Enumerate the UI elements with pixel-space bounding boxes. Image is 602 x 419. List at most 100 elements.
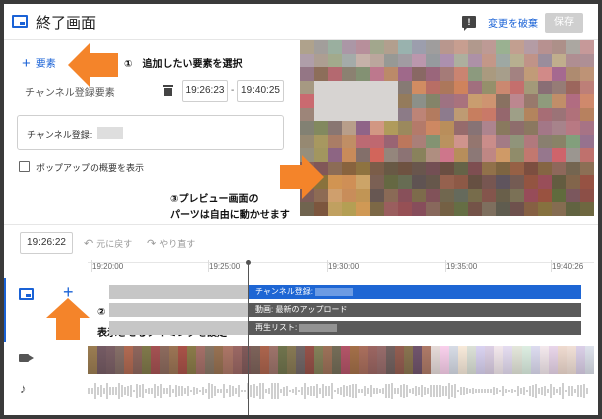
waveform-bar bbox=[418, 386, 420, 396]
preview-pixel bbox=[510, 107, 524, 122]
preview-pixel bbox=[580, 188, 594, 203]
waveform-bar bbox=[436, 384, 438, 398]
thumbnail-pixel bbox=[160, 346, 170, 374]
preview-pixel bbox=[510, 94, 524, 108]
element-start-time-input[interactable]: 19:26:23 bbox=[182, 80, 228, 102]
preview-pixel bbox=[454, 107, 468, 122]
preview-pixel bbox=[328, 188, 342, 203]
popup-summary-checkbox[interactable] bbox=[19, 161, 30, 172]
preview-pixel bbox=[482, 80, 496, 95]
waveform-bar bbox=[154, 384, 156, 398]
waveform-bar bbox=[136, 383, 138, 399]
thumbnail-pixel bbox=[322, 346, 332, 374]
preview-pixel bbox=[566, 175, 580, 189]
waveform-bar bbox=[319, 388, 321, 394]
preview-pixel bbox=[356, 148, 370, 162]
preview-pixel bbox=[426, 202, 440, 216]
waveform-bar bbox=[550, 384, 552, 398]
waveform-bar bbox=[373, 388, 375, 394]
preview-pixel bbox=[552, 94, 566, 108]
thumbnail-pixel bbox=[97, 346, 107, 374]
redo-button[interactable]: ↷ やり直す bbox=[147, 237, 195, 250]
preview-pixel bbox=[510, 175, 524, 189]
element-end-time-input[interactable]: 19:40:25 bbox=[237, 80, 284, 102]
waveform-bar bbox=[496, 388, 498, 394]
video-preview[interactable] bbox=[300, 40, 594, 216]
element-bar-subscribe[interactable]: チャンネル登録: bbox=[249, 285, 581, 299]
preview-pixel bbox=[566, 67, 580, 81]
preview-pixel bbox=[566, 40, 580, 54]
tick-label: 19:20:00 bbox=[90, 260, 124, 272]
preview-pixel bbox=[300, 134, 314, 149]
preview-pixel bbox=[482, 148, 496, 162]
preview-pixel bbox=[496, 67, 510, 81]
waveform-bar bbox=[406, 385, 408, 397]
waveform-bar bbox=[142, 383, 144, 399]
preview-pixel bbox=[412, 80, 426, 95]
waveform-bar bbox=[442, 385, 444, 397]
element-bar-video[interactable]: 動画: 最新のアップロード bbox=[249, 303, 581, 317]
preview-pixel bbox=[524, 67, 538, 81]
waveform-bar bbox=[268, 388, 270, 394]
preview-pixel bbox=[314, 53, 328, 68]
waveform-bar bbox=[346, 386, 348, 396]
preview-pixel bbox=[580, 121, 594, 135]
waveform-bar bbox=[565, 389, 567, 393]
waveform-bar bbox=[379, 388, 381, 394]
discard-changes-button[interactable]: 変更を破棄 bbox=[488, 15, 538, 30]
waveform-bar bbox=[424, 386, 426, 396]
feedback-icon[interactable]: ! bbox=[462, 16, 476, 31]
popup-summary-label: ポップアップの概要を表示 bbox=[36, 163, 145, 173]
preview-pixel bbox=[356, 67, 370, 81]
undo-button[interactable]: ↶ 元に戻す bbox=[84, 237, 132, 250]
waveform-bar bbox=[220, 388, 222, 394]
preview-pixel bbox=[398, 80, 412, 95]
preview-pixel bbox=[398, 202, 412, 216]
waveform-bar bbox=[493, 387, 495, 395]
add-element-button[interactable]: + 要素 bbox=[22, 54, 56, 72]
thumbnail-pixel bbox=[367, 346, 377, 374]
preview-pixel bbox=[524, 40, 538, 54]
thumbnail-pixel bbox=[169, 346, 179, 374]
save-button[interactable]: 保存 bbox=[545, 13, 583, 33]
thumbnail-pixel bbox=[124, 346, 134, 374]
waveform-bar bbox=[526, 389, 528, 393]
waveform-bar bbox=[409, 389, 411, 393]
tick-label: 19:30:00 bbox=[326, 260, 360, 272]
thumbnail-pixel bbox=[395, 346, 405, 374]
waveform-bar bbox=[307, 386, 309, 396]
thumbnail-pixel bbox=[557, 346, 567, 374]
waveform-bar bbox=[454, 383, 456, 399]
waveform-bar bbox=[430, 384, 432, 398]
waveform-bar bbox=[118, 383, 120, 399]
element-bar-playlist[interactable]: 再生リスト: bbox=[249, 321, 581, 335]
preview-pixel bbox=[356, 80, 370, 95]
video-thumbnail-track[interactable] bbox=[88, 346, 594, 374]
preview-pixel bbox=[412, 188, 426, 203]
preview-pixel bbox=[482, 161, 496, 176]
preview-pixel bbox=[468, 161, 482, 176]
waveform-bar bbox=[262, 383, 264, 399]
trash-icon[interactable] bbox=[163, 84, 173, 96]
preview-pixel bbox=[384, 53, 398, 68]
preview-pixel bbox=[398, 148, 412, 162]
thumbnail-pixel bbox=[205, 346, 215, 374]
element-bar-inactive[interactable] bbox=[109, 321, 249, 335]
preview-pixel bbox=[566, 53, 580, 68]
waveform-bar bbox=[553, 386, 555, 396]
element-bar-inactive[interactable] bbox=[109, 285, 249, 299]
thumbnail-pixel bbox=[133, 346, 143, 374]
waveform-bar bbox=[295, 387, 297, 395]
element-bar-inactive[interactable] bbox=[109, 303, 249, 317]
preview-pixel bbox=[370, 107, 384, 122]
waveform-bar bbox=[124, 387, 126, 395]
preview-pixel bbox=[314, 80, 328, 95]
current-time-input[interactable]: 19:26:22 bbox=[20, 232, 73, 254]
preview-pixel bbox=[398, 188, 412, 203]
playhead[interactable] bbox=[246, 260, 251, 415]
preview-pixel bbox=[412, 148, 426, 162]
preview-pixel bbox=[538, 107, 552, 122]
channel-field[interactable]: チャンネル登録: bbox=[17, 115, 284, 150]
preview-pixel bbox=[580, 161, 594, 176]
preview-pixel bbox=[370, 80, 384, 95]
